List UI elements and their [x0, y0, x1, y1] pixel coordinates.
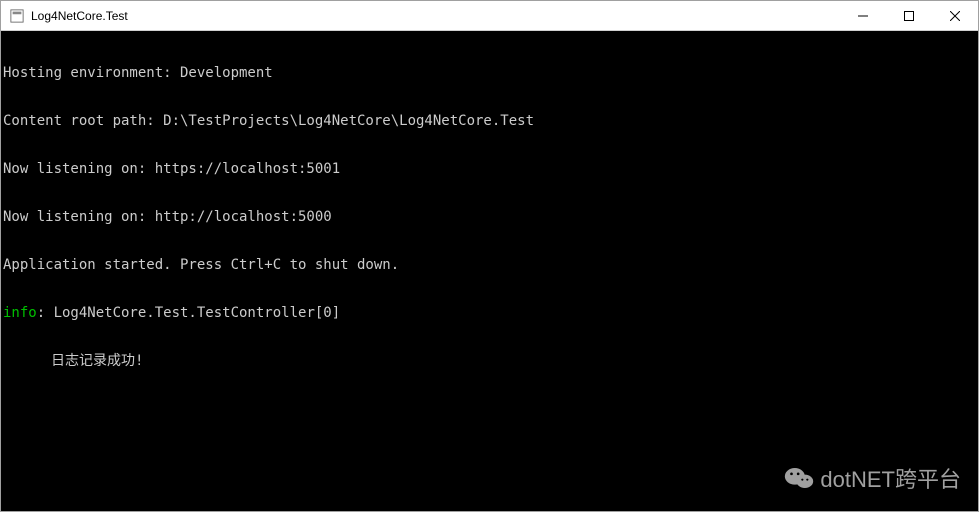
window-title: Log4NetCore.Test: [31, 9, 840, 23]
console-line: Application started. Press Ctrl+C to shu…: [3, 257, 976, 273]
window-controls: [840, 1, 978, 30]
console-line: Content root path: D:\TestProjects\Log4N…: [3, 113, 976, 129]
console-message-line: 日志记录成功!: [3, 353, 976, 369]
close-button[interactable]: [932, 1, 978, 30]
console-line: Hosting environment: Development: [3, 65, 976, 81]
log-source: : Log4NetCore.Test.TestController[0]: [37, 305, 340, 321]
console-line: Now listening on: http://localhost:5000: [3, 209, 976, 225]
console-line: Now listening on: https://localhost:5001: [3, 161, 976, 177]
titlebar[interactable]: Log4NetCore.Test: [1, 1, 978, 31]
console-info-line: info: Log4NetCore.Test.TestController[0]: [3, 305, 976, 321]
maximize-button[interactable]: [886, 1, 932, 30]
console-output[interactable]: Hosting environment: Development Content…: [1, 31, 978, 511]
console-window: Log4NetCore.Test Hosting environment: De…: [0, 0, 979, 512]
minimize-button[interactable]: [840, 1, 886, 30]
app-icon: [9, 8, 25, 24]
log-level-info: info: [3, 305, 37, 321]
